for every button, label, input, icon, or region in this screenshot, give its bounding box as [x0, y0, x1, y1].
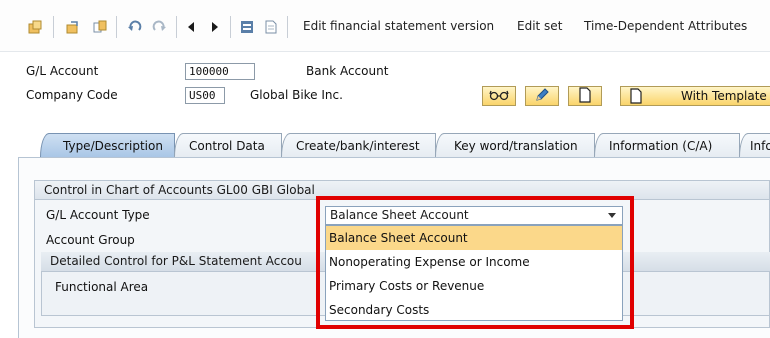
tab-control-data[interactable]: Control Data [174, 133, 282, 157]
next-icon[interactable] [208, 18, 222, 36]
highlight-box [316, 196, 634, 329]
tab-key-word-translation[interactable]: Key word/translation [435, 133, 595, 157]
redo-icon[interactable] [150, 18, 168, 36]
tab-information-ca[interactable]: Information (C/A) [594, 133, 740, 157]
time-dependent-attributes-button[interactable]: Time-Dependent Attributes [584, 19, 747, 33]
pencil-icon [534, 87, 550, 106]
new-document-icon [578, 86, 592, 106]
company-code-input[interactable]: US00 [185, 87, 225, 104]
gl-account-description: Bank Account [306, 64, 389, 78]
edit-button[interactable] [525, 86, 559, 106]
glasses-display-button[interactable] [482, 86, 516, 106]
where-used-icon[interactable] [238, 18, 256, 36]
undo-icon[interactable] [126, 18, 144, 36]
edit-financial-statement-version-button[interactable]: Edit financial statement version [303, 19, 494, 33]
company-code-label: Company Code [26, 88, 118, 102]
tab-info[interactable]: Info [739, 133, 770, 157]
template-document-icon [629, 88, 643, 107]
gl-account-input[interactable]: 100000 [185, 63, 255, 80]
company-code-description: Global Bike Inc. [250, 88, 343, 102]
glasses-icon [489, 89, 509, 104]
tab-strip: Type/Description Control Data Create/ban… [0, 133, 770, 157]
tab-type-description[interactable]: Type/Description [40, 133, 175, 157]
create-button[interactable] [568, 86, 602, 106]
with-template-label: With Template [681, 89, 767, 103]
other-object-icon[interactable] [64, 18, 82, 36]
document-icon[interactable] [262, 18, 280, 36]
account-group-label: Account Group [46, 233, 135, 247]
edit-set-button[interactable]: Edit set [517, 19, 562, 33]
gl-account-label: G/L Account [26, 64, 99, 78]
tab-create-bank-interest[interactable]: Create/bank/interest [281, 133, 436, 157]
with-template-button[interactable]: With Template [620, 86, 770, 106]
gl-account-type-label: G/L Account Type [46, 208, 150, 222]
previous-icon[interactable] [184, 18, 198, 36]
display-change-icon[interactable] [26, 18, 44, 36]
application-toolbar: Edit financial statement version Edit se… [0, 0, 770, 52]
copy-icon[interactable] [91, 18, 109, 36]
functional-area-label: Functional Area [55, 280, 149, 294]
